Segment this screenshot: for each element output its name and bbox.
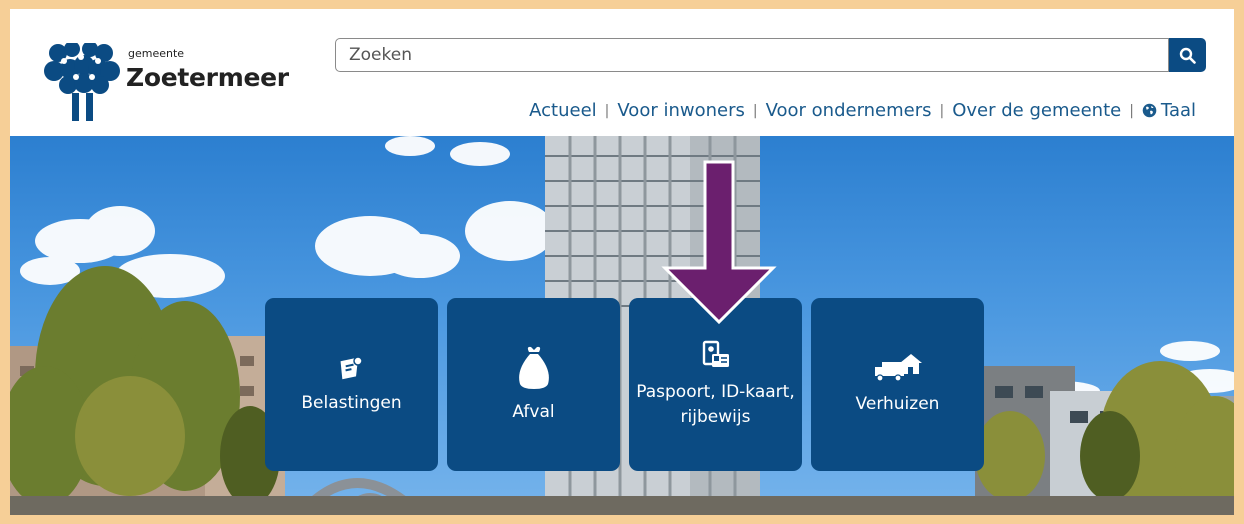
tile-afval[interactable]: Afval xyxy=(447,298,620,471)
tile-belastingen[interactable]: Belastingen xyxy=(265,298,438,471)
page-frame: gemeente Zoetermeer Actueel | Voor inwon… xyxy=(10,9,1234,515)
search-input[interactable] xyxy=(335,38,1169,72)
search-icon xyxy=(1179,47,1196,64)
zoetermeer-tree-logo-icon[interactable] xyxy=(44,43,122,121)
search-bar xyxy=(335,38,1206,72)
tax-receipt-icon xyxy=(340,356,363,380)
search-button[interactable] xyxy=(1169,38,1206,72)
tile-label: Afval xyxy=(512,402,555,422)
moving-truck-icon xyxy=(874,354,922,382)
nav-item-voor-inwoners[interactable]: Voor inwoners xyxy=(617,100,744,121)
nav-item-taal-label: Taal xyxy=(1160,100,1196,121)
nav-separator: | xyxy=(939,102,945,119)
nav-separator: | xyxy=(752,102,758,119)
nav-separator: | xyxy=(604,102,610,119)
tile-verhuizen[interactable]: Verhuizen xyxy=(811,298,984,471)
tile-label: Belastingen xyxy=(301,393,402,413)
tile-label: Paspoort, ID-kaart, rijbewijs xyxy=(636,381,795,427)
main-nav: Actueel | Voor inwoners | Voor onderneme… xyxy=(529,100,1196,121)
hero-background-image xyxy=(10,136,1234,515)
tile-label: Verhuizen xyxy=(855,394,940,414)
nav-item-actueel[interactable]: Actueel xyxy=(529,100,597,121)
id-card-icon xyxy=(702,340,729,367)
down-arrow-icon xyxy=(661,160,777,325)
garbage-bag-icon xyxy=(518,346,549,389)
globe-icon xyxy=(1142,103,1157,118)
hero-banner: Belastingen Afval Paspoort, ID-kaart, ri… xyxy=(10,136,1234,515)
nav-item-over-de-gemeente[interactable]: Over de gemeente xyxy=(952,100,1121,121)
nav-item-taal[interactable]: Taal xyxy=(1142,100,1196,121)
nav-separator: | xyxy=(1129,102,1134,119)
nav-item-voor-ondernemers[interactable]: Voor ondernemers xyxy=(766,100,932,121)
brand-subtitle: gemeente xyxy=(128,47,185,60)
brand-title[interactable]: Zoetermeer xyxy=(126,63,289,92)
